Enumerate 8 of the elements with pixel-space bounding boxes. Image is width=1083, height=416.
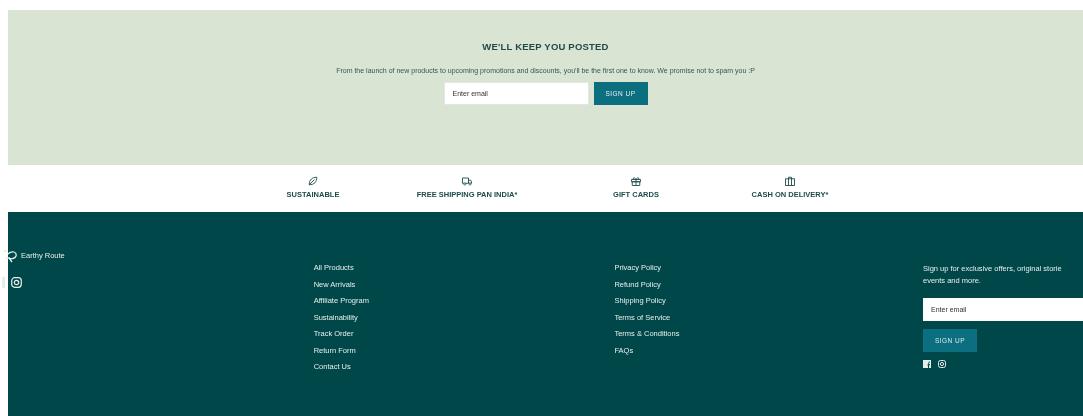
leaf-icon (307, 175, 319, 187)
instagram-icon[interactable] (11, 277, 22, 288)
instagram-icon[interactable] (938, 360, 946, 368)
truck-icon (461, 175, 473, 187)
logo-icon (4, 247, 18, 263)
briefcase-icon (784, 175, 796, 187)
section-heading: WE'LL KEEP YOU POSTED (482, 41, 609, 52)
gift-icon (630, 175, 642, 187)
